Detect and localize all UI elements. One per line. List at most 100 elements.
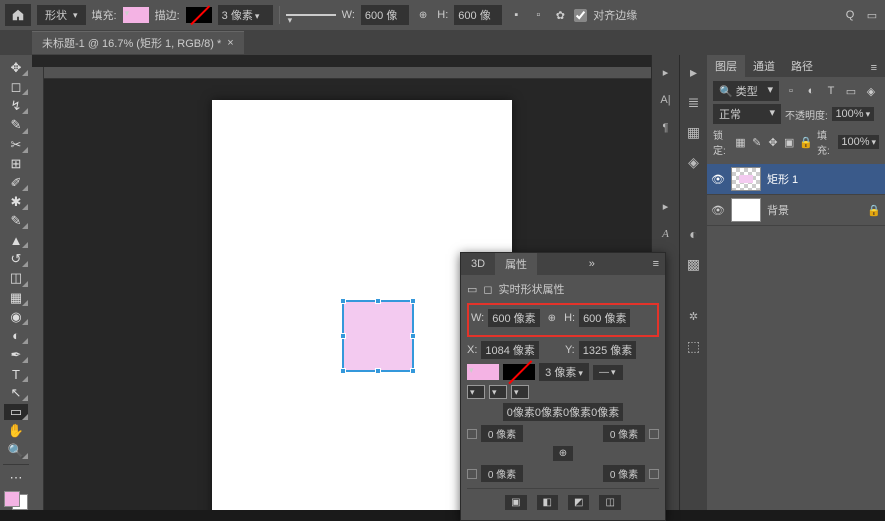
lock-move-icon[interactable]: ✥ <box>767 134 779 150</box>
workspace-icon[interactable]: ▭ <box>864 7 880 23</box>
healing-tool[interactable]: ✱ <box>4 194 28 210</box>
eyedropper-tool[interactable]: ✐ <box>4 175 28 191</box>
foreground-color[interactable] <box>4 491 20 507</box>
prop-stroke-swatch[interactable] <box>503 364 535 380</box>
pen-tool[interactable]: ✒ <box>4 347 28 363</box>
expand-icon[interactable]: » <box>583 258 601 270</box>
corner-br-input[interactable]: 0 像素 <box>603 465 645 482</box>
document-tab[interactable]: 未标题-1 @ 16.7% (矩形 1, RGB/8) * × <box>32 31 244 54</box>
color-panel-icon[interactable]: ≣ <box>685 93 703 111</box>
brush-tool[interactable]: ✎ <box>4 213 28 229</box>
history-brush-tool[interactable]: ↺ <box>4 251 28 267</box>
handle-br[interactable] <box>410 368 416 374</box>
align-edges-checkbox[interactable] <box>574 9 587 22</box>
home-icon[interactable] <box>5 4 31 26</box>
handle-mr[interactable] <box>410 333 416 339</box>
corner-tl-input[interactable]: 0 像素 <box>481 425 523 442</box>
prop-y-input[interactable]: 1325 像素 <box>579 341 637 359</box>
panel-menu-icon[interactable]: ≡ <box>863 59 885 77</box>
path-arrange-icon[interactable]: ▫ <box>530 7 546 23</box>
paragraph-panel-icon[interactable]: ¶ <box>657 119 675 137</box>
handle-ml[interactable] <box>340 333 346 339</box>
cap-type-select[interactable] <box>467 385 485 399</box>
pathop-subtract-icon[interactable]: ◧ <box>537 495 558 510</box>
prop-w-input[interactable]: 600 像素 <box>488 309 539 327</box>
stamp-tool[interactable]: ▲ <box>4 232 28 248</box>
marquee-tool[interactable]: ◻ <box>4 79 28 95</box>
corner-bl-input[interactable]: 0 像素 <box>481 465 523 482</box>
frame-tool[interactable]: ⊞ <box>4 156 28 172</box>
stroke-width-input[interactable]: 3 像素 <box>218 5 273 25</box>
lock-artboard-icon[interactable]: ▣ <box>783 134 795 150</box>
cube-panel-icon[interactable]: ⬚ <box>685 337 703 355</box>
corner-tr-checkbox[interactable] <box>649 429 659 439</box>
libraries-panel-icon[interactable]: ◈ <box>685 153 703 171</box>
corner-tr-input[interactable]: 0 像素 <box>603 425 645 442</box>
width-input[interactable]: 600 像 <box>361 5 409 25</box>
eraser-tool[interactable]: ◫ <box>4 270 28 286</box>
layer-thumbnail[interactable] <box>731 198 761 222</box>
tab-3d[interactable]: 3D <box>461 255 495 273</box>
rectangle-tool[interactable]: ▭ <box>4 404 28 420</box>
gradient-tool[interactable]: ▦ <box>4 290 28 306</box>
gear-icon[interactable]: ✿ <box>552 7 568 23</box>
visibility-icon[interactable]: 👁 <box>711 173 725 186</box>
lock-brush-icon[interactable]: ✎ <box>751 134 763 150</box>
fill-opacity-input[interactable]: 100% <box>838 135 879 149</box>
3d-panel-icon[interactable]: ✲ <box>685 307 703 325</box>
selected-rectangle-shape[interactable] <box>342 300 414 372</box>
align-type-select[interactable] <box>511 385 529 399</box>
lock-all-icon[interactable]: 🔒 <box>799 134 813 150</box>
stroke-style-select[interactable] <box>286 14 336 16</box>
path-select-tool[interactable]: ↖ <box>4 385 28 401</box>
panel-menu-icon[interactable]: ≡ <box>647 258 665 270</box>
glyphs-panel-icon[interactable]: A <box>657 225 675 243</box>
properties-panel-header[interactable]: 3D 属性 » ≡ <box>461 253 665 275</box>
toggle-arrow-icon[interactable]: ▸ <box>657 197 675 215</box>
tab-channels[interactable]: 通道 <box>745 55 783 77</box>
dodge-tool[interactable]: ◐ <box>4 328 28 344</box>
visibility-icon[interactable]: 👁 <box>711 204 725 217</box>
pathop-combine-icon[interactable]: ▣ <box>505 495 526 510</box>
quick-select-tool[interactable]: ✎ <box>4 117 28 133</box>
corner-type-select[interactable] <box>489 385 507 399</box>
character-panel-icon[interactable]: A| <box>657 91 675 109</box>
tab-properties[interactable]: 属性 <box>495 253 537 275</box>
styles-panel-icon[interactable]: ▩ <box>685 255 703 273</box>
layer-filter-type[interactable]: 🔍 类型▾ <box>713 81 779 101</box>
crop-tool[interactable]: ✂ <box>4 137 28 153</box>
zoom-tool[interactable]: 🔍 <box>4 443 28 459</box>
swatches-panel-icon[interactable]: ▦ <box>685 123 703 141</box>
opacity-input[interactable]: 100% <box>832 107 874 121</box>
color-picker[interactable] <box>4 491 28 510</box>
move-tool[interactable]: ✥ <box>4 60 28 76</box>
handle-tc[interactable] <box>375 298 381 304</box>
handle-tl[interactable] <box>340 298 346 304</box>
dock-collapse-icon[interactable]: ▸ <box>685 63 703 81</box>
close-tab-icon[interactable]: × <box>227 37 233 49</box>
layer-row-background[interactable]: 👁 背景 🔒 <box>707 195 885 226</box>
prop-stroke-style[interactable]: — <box>593 365 623 380</box>
lasso-tool[interactable]: ↯ <box>4 98 28 114</box>
layer-row-rectangle[interactable]: 👁 矩形 1 <box>707 164 885 195</box>
adjustments-panel-icon[interactable]: ◐ <box>685 225 703 243</box>
pathop-intersect-icon[interactable]: ◩ <box>568 495 589 510</box>
prop-h-input[interactable]: 600 像素 <box>579 309 630 327</box>
stroke-color-swatch[interactable] <box>186 7 212 23</box>
edit-toolbar-icon[interactable]: ⋯ <box>4 469 28 485</box>
hand-tool[interactable]: ✋ <box>4 423 28 439</box>
blur-tool[interactable]: ◉ <box>4 309 28 325</box>
handle-bl[interactable] <box>340 368 346 374</box>
tab-layers[interactable]: 图层 <box>707 55 745 77</box>
filter-image-icon[interactable]: ▫ <box>783 83 799 99</box>
link-corners-icon[interactable]: ⊕ <box>553 446 573 461</box>
ruler-vertical[interactable] <box>32 67 44 510</box>
handle-tr[interactable] <box>410 298 416 304</box>
link-wh-icon[interactable]: ⊕ <box>544 313 560 324</box>
corner-br-checkbox[interactable] <box>649 469 659 479</box>
filter-type-icon[interactable]: T <box>823 83 839 99</box>
handle-bc[interactable] <box>375 368 381 374</box>
link-wh-icon[interactable]: ⊕ <box>415 10 431 21</box>
layer-name[interactable]: 矩形 1 <box>767 171 798 187</box>
tool-mode-select[interactable]: 形状 <box>37 5 86 25</box>
